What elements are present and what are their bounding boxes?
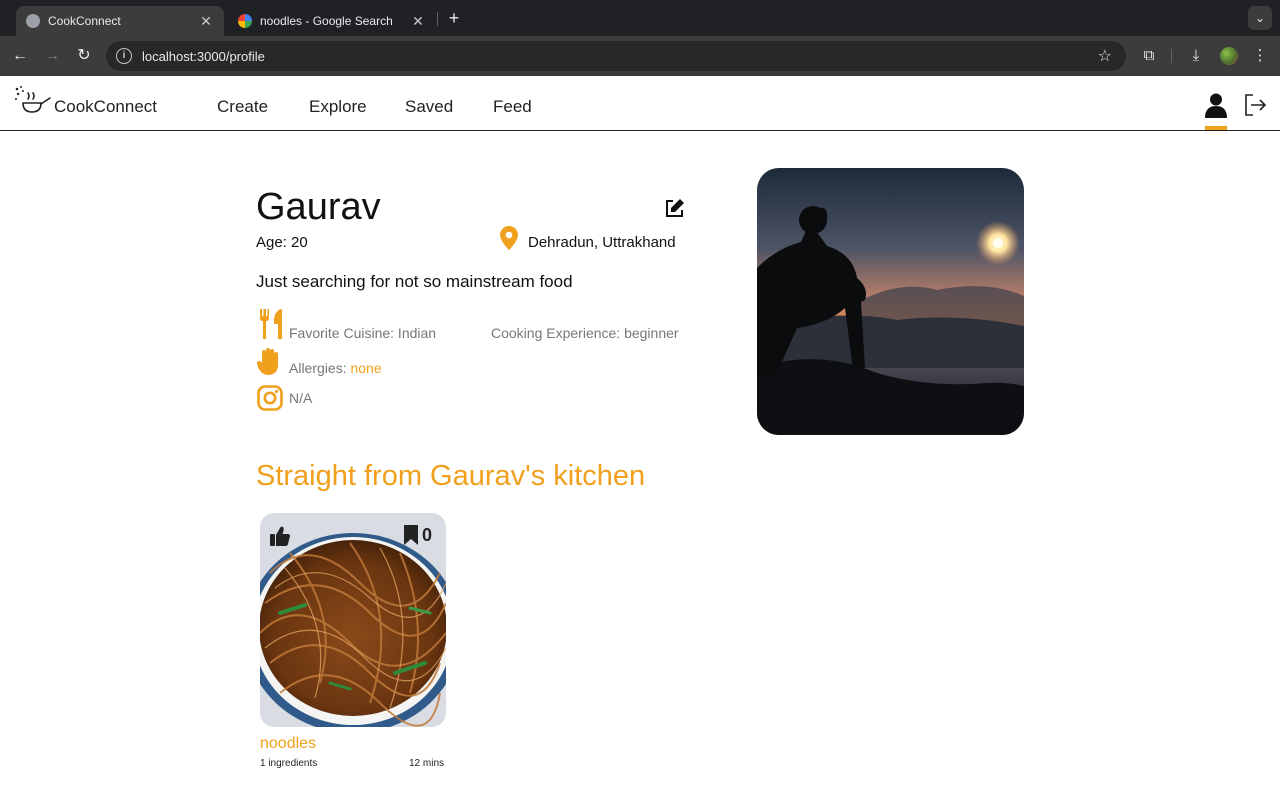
- bookmark-star-icon[interactable]: ☆: [1098, 46, 1112, 66]
- google-icon: [238, 14, 252, 28]
- recipe-cook-time: 12 mins: [409, 758, 445, 769]
- close-icon[interactable]: ✕: [410, 13, 426, 30]
- url-text: localhost:3000/profile: [142, 48, 265, 64]
- tab-title: noodles - Google Search: [260, 14, 393, 28]
- forward-button[interactable]: →: [40, 44, 64, 68]
- user-profile-icon[interactable]: [1203, 92, 1229, 118]
- tab-title: CookConnect: [48, 14, 121, 28]
- globe-icon: [26, 14, 40, 28]
- browser-profile-avatar[interactable]: [1220, 47, 1238, 65]
- active-nav-indicator: [1205, 126, 1227, 130]
- allergies: Allergies: none: [289, 360, 382, 376]
- nav-feed[interactable]: Feed: [493, 97, 532, 117]
- reload-button[interactable]: ↻: [72, 44, 96, 68]
- bookmark-icon[interactable]: [402, 524, 420, 546]
- profile-bio: Just searching for not so mainstream foo…: [256, 272, 573, 291]
- close-icon[interactable]: ✕: [198, 13, 214, 30]
- fork-knife-icon: [260, 309, 282, 339]
- logout-icon[interactable]: [1243, 93, 1267, 117]
- site-info-icon[interactable]: i: [116, 48, 132, 64]
- logo-icon[interactable]: [14, 85, 52, 115]
- save-count: 0: [422, 525, 433, 545]
- nav-saved[interactable]: Saved: [405, 97, 453, 117]
- address-bar[interactable]: i localhost:3000/profile ☆: [106, 41, 1126, 71]
- download-icon[interactable]: ⤓: [1184, 44, 1208, 68]
- favorite-cuisine: Favorite Cuisine: Indian: [289, 325, 437, 341]
- back-button[interactable]: ←: [8, 44, 32, 68]
- tab-cookconnect[interactable]: CookConnect ✕: [16, 6, 224, 36]
- instagram-handle: N/A: [289, 390, 313, 406]
- app-header: CookConnect Create Explore Saved Feed: [0, 77, 1280, 131]
- profile-location: Dehradun, Uttrakhand: [528, 234, 676, 251]
- toolbar-divider: [1171, 49, 1172, 63]
- kitchen-section-title: Straight from Gaurav's kitchen: [256, 460, 646, 492]
- hand-icon: [257, 348, 278, 375]
- allergies-label: Allergies:: [289, 360, 347, 376]
- browser-tab-bar: CookConnect ✕ noodles - Google Search ✕ …: [0, 0, 1280, 36]
- tab-divider: [437, 12, 438, 26]
- more-menu-icon[interactable]: ⋮: [1248, 44, 1272, 68]
- browser-toolbar: ← → ↻ i localhost:3000/profile ☆ ⧉ ⤓ ⋮: [0, 36, 1280, 76]
- tab-google-search[interactable]: noodles - Google Search ✕: [228, 6, 436, 36]
- recipe-title[interactable]: noodles: [260, 735, 316, 753]
- thumbs-up-icon[interactable]: [269, 525, 291, 547]
- new-tab-button[interactable]: +: [444, 8, 464, 28]
- profile-photo: [757, 168, 1024, 435]
- profile-age: Age: 20: [256, 234, 308, 251]
- cooking-experience: Cooking Experience: beginner: [491, 325, 679, 341]
- brand-name[interactable]: CookConnect: [54, 97, 157, 117]
- extensions-icon[interactable]: ⧉: [1137, 44, 1161, 68]
- tab-search-button[interactable]: ⌄: [1248, 6, 1272, 30]
- edit-icon[interactable]: [664, 197, 686, 219]
- recipe-ingredients-count: 1 ingredients: [260, 758, 318, 769]
- allergies-value: none: [350, 360, 382, 376]
- profile-name: Gaurav: [256, 186, 381, 228]
- location-pin-icon: [500, 226, 518, 250]
- nav-create[interactable]: Create: [217, 97, 268, 117]
- nav-explore[interactable]: Explore: [309, 97, 367, 117]
- instagram-icon: [257, 385, 283, 411]
